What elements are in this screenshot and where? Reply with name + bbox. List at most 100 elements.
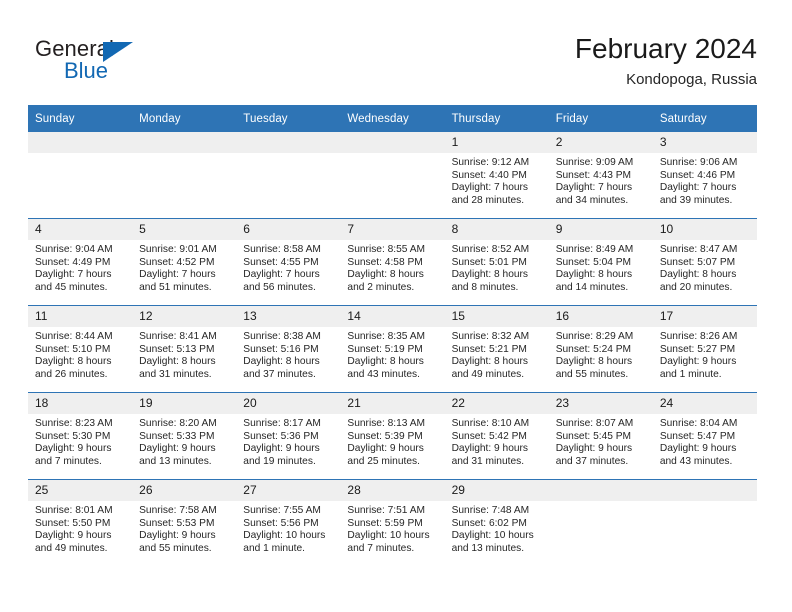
calendar-day-cell[interactable]: 24 Sunrise: 8:04 AM Sunset: 5:47 PM Dayligh… — [652, 392, 757, 480]
daylight-text-line2: and 2 minutes. — [347, 282, 415, 294]
calendar-day-cell[interactable]: 16 Sunrise: 8:29 AM Sunset: 5:24 PM Dayligh… — [548, 305, 653, 393]
calendar-day-cell[interactable]: 10 Sunrise: 8:47 AM Sunset: 5:07 PM Dayligh… — [652, 218, 757, 306]
day-details: Sunrise: 8:20 AM Sunset: 5:33 PM Daylight:… — [132, 414, 236, 469]
general-blue-logo[interactable]: General Blue — [35, 36, 215, 92]
calendar-day-cell[interactable]: 25 Sunrise: 8:01 AM Sunset: 5:50 PM Dayligh… — [28, 479, 133, 566]
weekday-header-thursday: Thursday — [444, 105, 549, 132]
sunrise-text: Sunrise: 7:51 AM — [347, 505, 426, 516]
sunset-text: Sunset: 5:07 PM — [659, 256, 736, 268]
daylight-text-line1: Daylight: 8 hours — [451, 356, 529, 368]
daylight-text-line1: Daylight: 8 hours — [555, 269, 633, 281]
daylight-text-line2: and 49 minutes. — [35, 543, 108, 555]
calendar-day-cell[interactable]: 23 Sunrise: 8:07 AM Sunset: 5:45 PM Dayligh… — [548, 392, 653, 480]
day-number — [340, 132, 445, 153]
sunset-text: Sunset: 5:59 PM — [347, 517, 423, 529]
calendar-empty-cell — [340, 132, 445, 219]
daylight-text-line2: and 55 minutes. — [139, 543, 212, 555]
sunset-text: Sunset: 5:01 PM — [451, 256, 527, 268]
day-number: 22 — [444, 393, 549, 414]
calendar-day-cell[interactable]: 4 Sunrise: 9:04 AM Sunset: 4:49 PM Daylight… — [28, 218, 133, 306]
daylight-text-line1: Daylight: 7 hours — [659, 182, 737, 194]
day-details: Sunrise: 8:13 AM Sunset: 5:39 PM Daylight:… — [340, 414, 444, 469]
sunrise-text: Sunrise: 9:04 AM — [35, 244, 113, 255]
day-details: Sunrise: 9:01 AM Sunset: 4:52 PM Daylight:… — [132, 240, 236, 295]
calendar-day-cell[interactable]: 13 Sunrise: 8:38 AM Sunset: 5:16 PM Dayligh… — [236, 305, 341, 393]
daylight-text-line2: and 31 minutes. — [139, 369, 212, 381]
calendar-day-cell[interactable]: 12 Sunrise: 8:41 AM Sunset: 5:13 PM Dayligh… — [132, 305, 237, 393]
daylight-text-line2: and 31 minutes. — [451, 456, 525, 468]
calendar-day-cell[interactable]: 14 Sunrise: 8:35 AM Sunset: 5:19 PM Dayligh… — [340, 305, 445, 393]
calendar-day-cell[interactable]: 9 Sunrise: 8:49 AM Sunset: 5:04 PM Daylight… — [548, 218, 653, 306]
daylight-text-line2: and 39 minutes. — [659, 195, 733, 207]
sunset-text: Sunset: 4:46 PM — [659, 169, 736, 181]
calendar-week-row: 4 Sunrise: 9:04 AM Sunset: 4:49 PM Daylight… — [28, 218, 757, 306]
calendar-day-cell[interactable]: 29 Sunrise: 7:48 AM Sunset: 6:02 PM Dayligh… — [444, 479, 549, 566]
day-number: 24 — [652, 393, 757, 414]
daylight-text-line2: and 26 minutes. — [35, 369, 108, 381]
calendar-day-cell[interactable]: 5 Sunrise: 9:01 AM Sunset: 4:52 PM Daylight… — [132, 218, 237, 306]
calendar-day-cell[interactable]: 19 Sunrise: 8:20 AM Sunset: 5:33 PM Dayligh… — [132, 392, 237, 480]
sunset-text: Sunset: 5:30 PM — [35, 430, 111, 442]
sunrise-text: Sunrise: 8:04 AM — [659, 418, 738, 429]
daylight-text-line1: Daylight: 7 hours — [139, 269, 216, 281]
day-details: Sunrise: 8:38 AM Sunset: 5:16 PM Daylight:… — [236, 327, 340, 382]
sunset-text: Sunset: 5:36 PM — [243, 430, 319, 442]
calendar-header-row: Sunday Monday Tuesday Wednesday Thursday Frid… — [28, 105, 757, 132]
calendar-day-cell[interactable]: 21 Sunrise: 8:13 AM Sunset: 5:39 PM Dayligh… — [340, 392, 445, 480]
day-number — [652, 480, 757, 501]
daylight-text-line1: Daylight: 8 hours — [659, 269, 737, 281]
day-details: Sunrise: 9:06 AM Sunset: 4:46 PM Daylight:… — [653, 153, 757, 208]
calendar-day-cell[interactable]: 22 Sunrise: 8:10 AM Sunset: 5:42 PM Dayligh… — [444, 392, 549, 480]
calendar-day-cell[interactable]: 7 Sunrise: 8:55 AM Sunset: 4:58 PM Daylight… — [340, 218, 445, 306]
calendar-day-cell[interactable]: 20 Sunrise: 8:17 AM Sunset: 5:36 PM Dayligh… — [236, 392, 341, 480]
sunrise-text: Sunrise: 8:10 AM — [451, 418, 530, 429]
calendar-day-cell[interactable]: 17 Sunrise: 8:26 AM Sunset: 5:27 PM Dayligh… — [652, 305, 757, 393]
daylight-text-line2: and 8 minutes. — [451, 282, 519, 294]
calendar-day-cell[interactable]: 2 Sunrise: 9:09 AM Sunset: 4:43 PM Daylight… — [548, 132, 653, 219]
sunset-text: Sunset: 4:40 PM — [451, 169, 527, 181]
calendar-day-cell[interactable]: 11 Sunrise: 8:44 AM Sunset: 5:10 PM Dayligh… — [28, 305, 133, 393]
day-number: 1 — [444, 132, 549, 153]
weekday-header-friday: Friday — [548, 105, 653, 132]
calendar-day-cell[interactable]: 28 Sunrise: 7:51 AM Sunset: 5:59 PM Dayligh… — [340, 479, 445, 566]
calendar-week-row: 11 Sunrise: 8:44 AM Sunset: 5:10 PM Dayligh… — [28, 305, 757, 393]
day-details: Sunrise: 7:58 AM Sunset: 5:53 PM Daylight:… — [132, 501, 236, 556]
calendar-day-cell[interactable]: 27 Sunrise: 7:55 AM Sunset: 5:56 PM Dayligh… — [236, 479, 341, 566]
daylight-text-line2: and 37 minutes. — [555, 456, 629, 468]
calendar-day-cell[interactable]: 1 Sunrise: 9:12 AM Sunset: 4:40 PM Daylight… — [444, 132, 549, 219]
daylight-text-line1: Daylight: 8 hours — [35, 356, 112, 368]
day-number: 4 — [28, 219, 133, 240]
day-number: 23 — [548, 393, 653, 414]
calendar-week-row: 18 Sunrise: 8:23 AM Sunset: 5:30 PM Dayligh… — [28, 392, 757, 480]
sunset-text: Sunset: 5:42 PM — [451, 430, 527, 442]
day-number: 27 — [236, 480, 341, 501]
daylight-text-line2: and 13 minutes. — [139, 456, 212, 468]
daylight-text-line2: and 19 minutes. — [243, 456, 316, 468]
daylight-text-line1: Daylight: 9 hours — [659, 443, 737, 455]
sunrise-text: Sunrise: 8:17 AM — [243, 418, 321, 429]
day-number: 3 — [652, 132, 757, 153]
calendar-day-cell[interactable]: 26 Sunrise: 7:58 AM Sunset: 5:53 PM Dayligh… — [132, 479, 237, 566]
calendar-day-cell[interactable]: 8 Sunrise: 8:52 AM Sunset: 5:01 PM Daylight… — [444, 218, 549, 306]
sunrise-text: Sunrise: 8:58 AM — [243, 244, 321, 255]
daylight-text-line2: and 45 minutes. — [35, 282, 108, 294]
calendar-empty-cell — [652, 479, 757, 566]
sunrise-text: Sunrise: 8:44 AM — [35, 331, 113, 342]
sunrise-text: Sunrise: 9:12 AM — [451, 157, 530, 168]
calendar-empty-cell — [132, 132, 237, 219]
sunset-text: Sunset: 5:04 PM — [555, 256, 632, 268]
calendar-day-cell[interactable]: 6 Sunrise: 8:58 AM Sunset: 4:55 PM Daylight… — [236, 218, 341, 306]
calendar-day-cell[interactable]: 3 Sunrise: 9:06 AM Sunset: 4:46 PM Daylight… — [652, 132, 757, 219]
day-details: Sunrise: 9:04 AM Sunset: 4:49 PM Daylight:… — [28, 240, 132, 295]
day-number: 8 — [444, 219, 549, 240]
daylight-text-line2: and 56 minutes. — [243, 282, 316, 294]
day-number: 11 — [28, 306, 133, 327]
calendar-week-row: 1 Sunrise: 9:12 AM Sunset: 4:40 PM Daylight… — [28, 132, 757, 219]
sunset-text: Sunset: 5:24 PM — [555, 343, 632, 355]
day-details: Sunrise: 9:12 AM Sunset: 4:40 PM Daylight:… — [445, 153, 549, 208]
calendar-day-cell[interactable]: 15 Sunrise: 8:32 AM Sunset: 5:21 PM Dayligh… — [444, 305, 549, 393]
sunset-text: Sunset: 5:47 PM — [659, 430, 736, 442]
calendar-day-cell[interactable]: 18 Sunrise: 8:23 AM Sunset: 5:30 PM Dayligh… — [28, 392, 133, 480]
weekday-header-monday: Monday — [132, 105, 237, 132]
daylight-text-line1: Daylight: 9 hours — [451, 443, 529, 455]
